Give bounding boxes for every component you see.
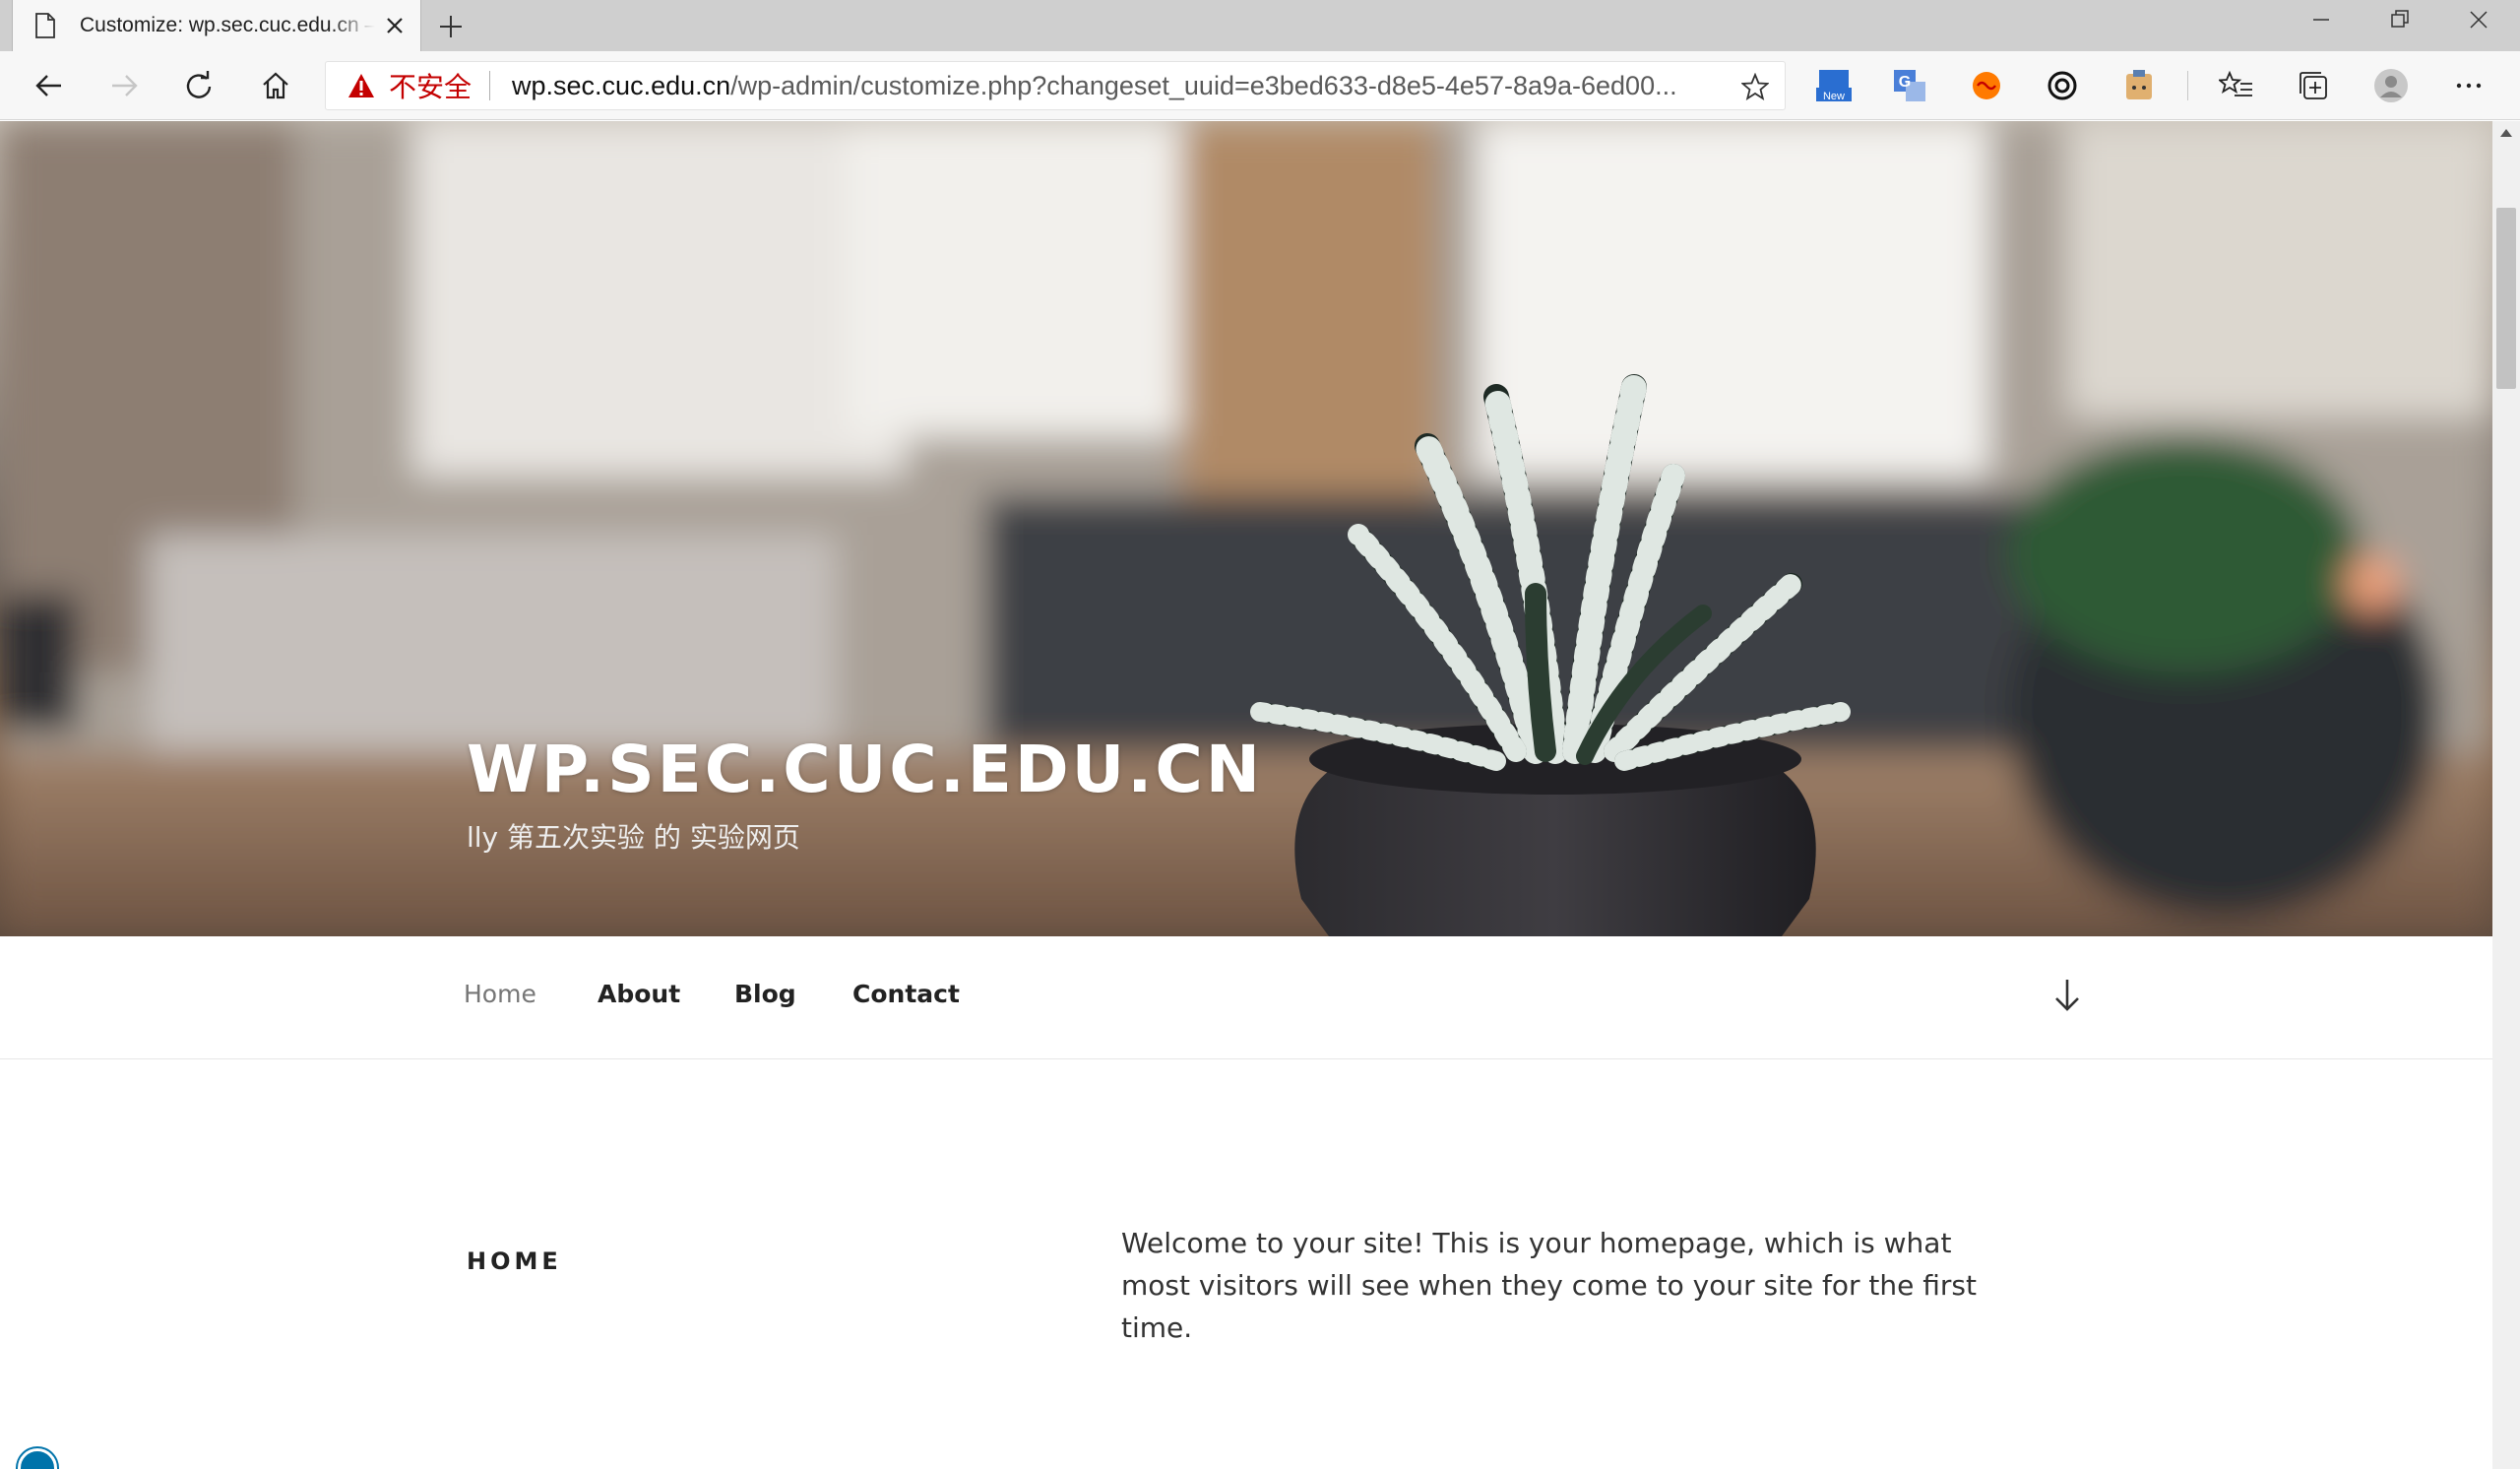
restore-icon[interactable] xyxy=(2388,8,2412,32)
close-icon[interactable] xyxy=(385,16,405,35)
forward-arrow-icon[interactable] xyxy=(104,66,144,105)
page-heading: HOME xyxy=(467,1246,562,1275)
nav-item-contact[interactable]: Contact xyxy=(852,980,960,1008)
nav-item-home[interactable]: Home xyxy=(464,980,536,1008)
browser-tab[interactable]: Customize: wp.sec.cuc.edu.cn – lly xyxy=(12,0,421,51)
page-body-text: Welcome to your site! This is your homep… xyxy=(1121,1227,1977,1344)
close-icon[interactable] xyxy=(2467,8,2490,32)
back-arrow-icon[interactable] xyxy=(30,66,69,105)
refresh-icon[interactable] xyxy=(179,66,219,105)
arrow-down-icon[interactable] xyxy=(2051,976,2083,1015)
page-icon xyxy=(35,13,55,38)
url-host: wp.sec.cuc.edu.cn xyxy=(512,70,731,100)
header-photo xyxy=(0,121,2492,936)
minimize-icon[interactable] xyxy=(2309,8,2333,32)
favorites-list-icon[interactable] xyxy=(2219,68,2254,103)
page-viewport[interactable]: WP.SEC.CUC.EDU.CN lly 第五次实验 的 实验网页 Home … xyxy=(0,121,2492,1469)
home-icon[interactable] xyxy=(256,66,295,105)
address-bar[interactable]: 不安全 wp.sec.cuc.edu.cn/wp-admin/customize… xyxy=(325,61,1786,110)
address-separator xyxy=(489,71,491,100)
tab-strip: Customize: wp.sec.cuc.edu.cn – lly xyxy=(0,0,2520,51)
link-extension-icon[interactable] xyxy=(2045,68,2080,103)
site-description: lly 第五次实验 的 实验网页 xyxy=(467,821,800,854)
nav-item-about[interactable]: About xyxy=(598,980,680,1008)
star-icon[interactable] xyxy=(1741,73,1769,100)
url-path: /wp-admin/customize.php?changeset_uuid=e… xyxy=(730,70,1677,100)
toolbar-separator xyxy=(2187,71,2188,100)
translate-badge: G xyxy=(1899,74,1911,91)
site-title[interactable]: WP.SEC.CUC.EDU.CN xyxy=(467,732,1263,807)
url-text[interactable]: wp.sec.cuc.edu.cn/wp-admin/customize.php… xyxy=(512,71,1713,101)
nav-item-blog[interactable]: Blog xyxy=(734,980,796,1008)
more-dots-icon[interactable] xyxy=(2451,68,2487,103)
new-extension-icon[interactable]: New xyxy=(1816,68,1852,103)
orange-extension-icon[interactable] xyxy=(1969,68,2004,103)
warning-icon xyxy=(348,74,374,97)
main-navigation: Home About Blog Contact xyxy=(0,936,2492,1059)
collections-icon[interactable] xyxy=(2296,68,2331,103)
scroll-up-arrow-icon[interactable] xyxy=(2500,129,2512,137)
customizer-edit-shortcut[interactable] xyxy=(18,1448,57,1469)
profile-avatar-icon[interactable] xyxy=(2373,68,2409,103)
new-badge: New xyxy=(1823,91,1845,102)
header-image: WP.SEC.CUC.EDU.CN lly 第五次实验 的 实验网页 xyxy=(0,121,2492,936)
plus-icon[interactable] xyxy=(437,13,465,40)
tab-title: Customize: wp.sec.cuc.edu.cn – lly xyxy=(80,14,375,36)
security-warning-label[interactable]: 不安全 xyxy=(389,66,472,105)
scrollbar-thumb[interactable] xyxy=(2496,208,2516,389)
page-scrollbar[interactable] xyxy=(2492,121,2520,1469)
browser-toolbar: 不安全 wp.sec.cuc.edu.cn/wp-admin/customize… xyxy=(0,51,2520,120)
translate-extension-icon[interactable]: G xyxy=(1892,68,1927,103)
clipboard-extension-icon[interactable] xyxy=(2121,68,2157,103)
